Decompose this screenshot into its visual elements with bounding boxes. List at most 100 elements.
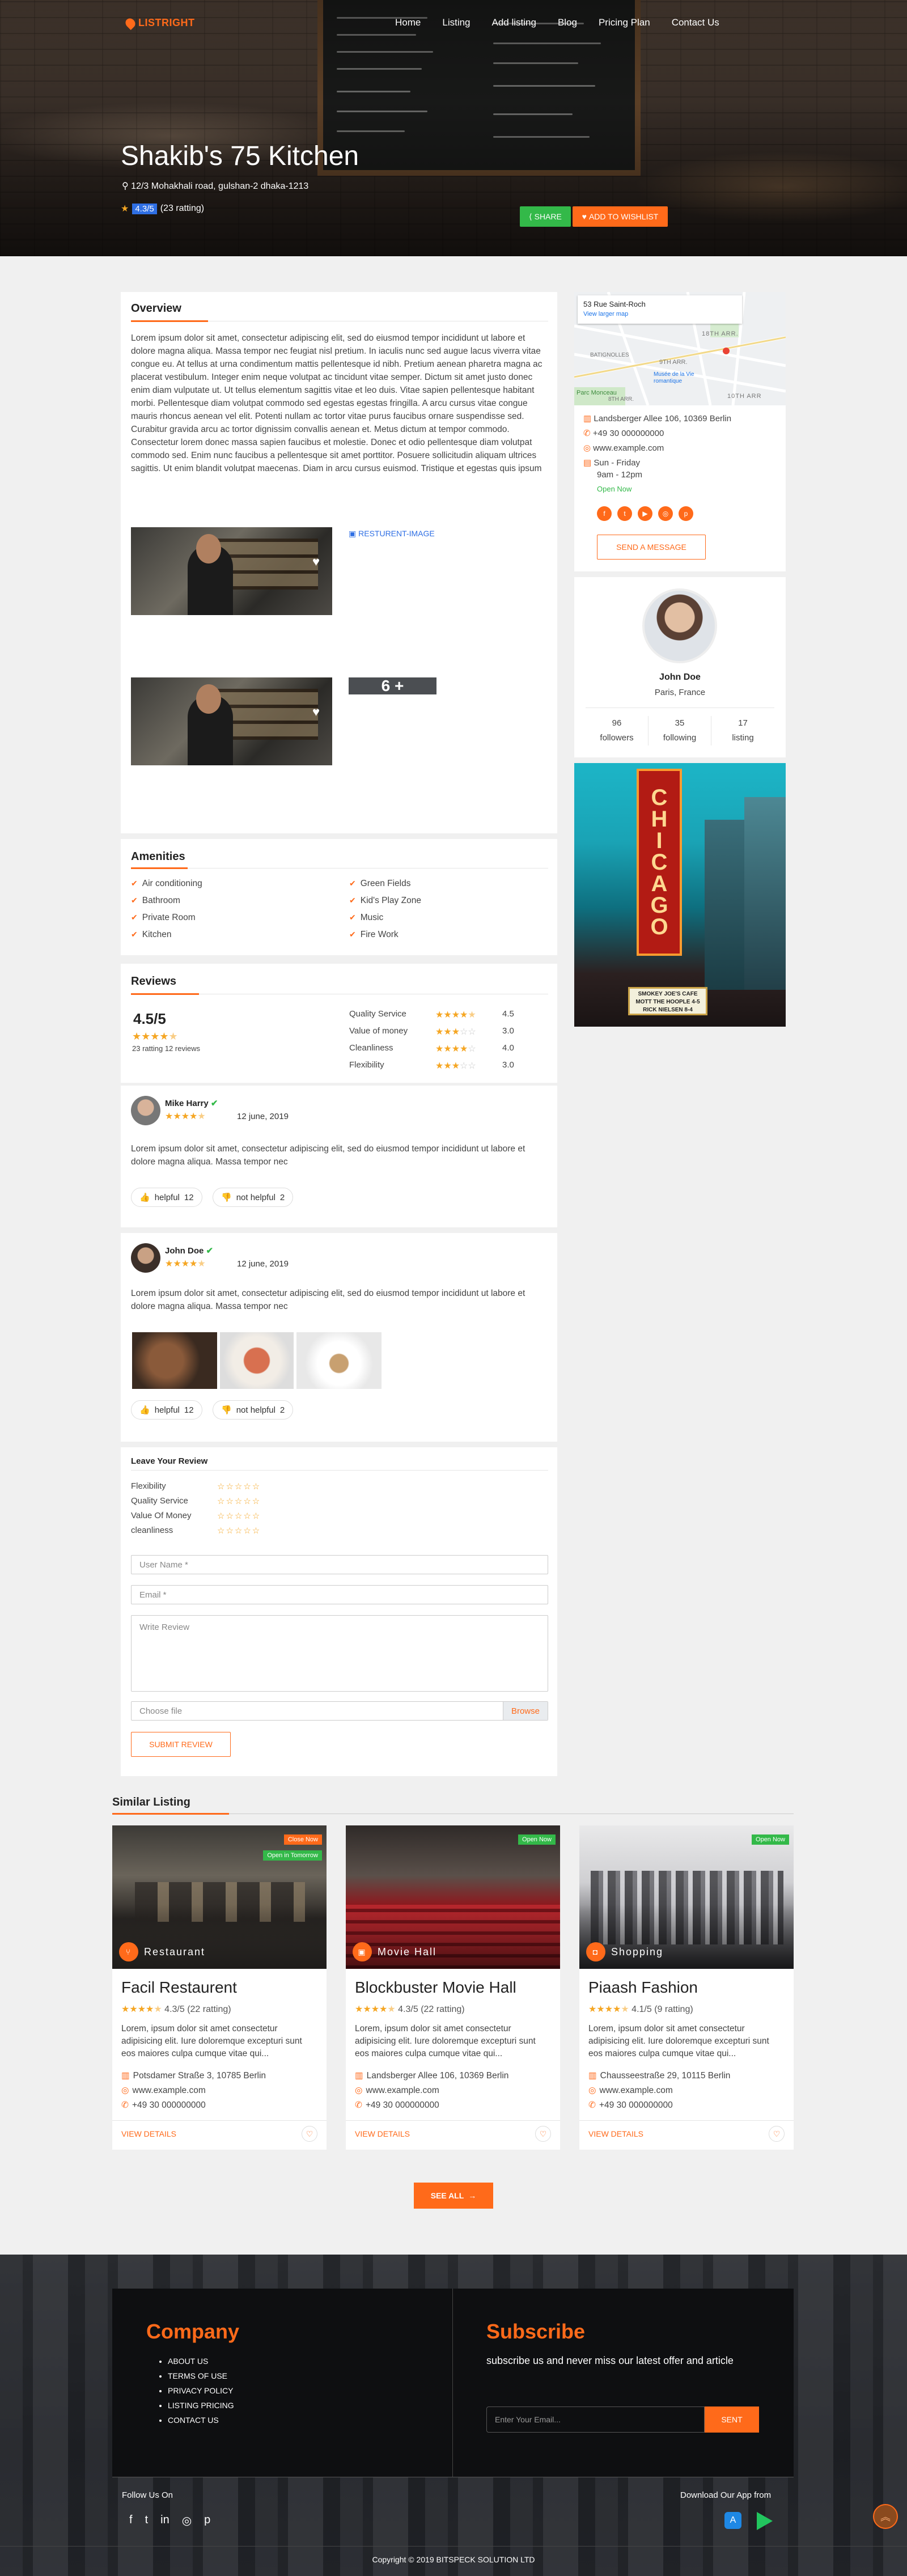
review-photo[interactable]	[296, 1332, 382, 1389]
footer-link[interactable]: ABOUT US	[168, 2354, 234, 2369]
footer-link[interactable]: TERMS OF USE	[168, 2369, 234, 2383]
stat-label: followers	[600, 733, 634, 743]
instagram-icon[interactable]: ◎	[658, 506, 673, 521]
listing-name[interactable]: Blockbuster Movie Hall	[355, 1978, 516, 1997]
not-helpful-button[interactable]: 👎 not helpful 2	[213, 1188, 294, 1207]
heart-icon[interactable]: ♥	[312, 705, 320, 719]
see-all-button[interactable]: SEE ALL →	[414, 2183, 493, 2209]
avatar	[642, 588, 717, 663]
share-button[interactable]: ⟨ SHARE	[520, 206, 571, 227]
advertisement-banner[interactable]: CHICAGO SMOKEY JOE'S CAFE MOTT THE HOOPLE…	[574, 763, 786, 1027]
site-logo[interactable]: LISTRIGHT	[123, 16, 195, 30]
star-rating-input[interactable]: ☆☆☆☆☆	[217, 1526, 261, 1536]
footer-link[interactable]: LISTING PRICING	[168, 2398, 234, 2413]
email-input[interactable]: Email *	[131, 1585, 548, 1604]
listing-phone[interactable]: ✆ +49 30 000000000	[121, 2100, 206, 2111]
restaurant-photo[interactable]: ♥	[131, 527, 332, 615]
star-rating-input[interactable]: ☆☆☆☆☆	[217, 1496, 261, 1506]
pinterest-icon[interactable]: p	[204, 2514, 210, 2528]
listing-card[interactable]: Open Now ◘ Shopping Piaash Fashion ★★★★★ …	[579, 1825, 794, 2150]
heart-icon[interactable]: ♡	[302, 2126, 317, 2142]
listing-name[interactable]: Facil Restaurent	[121, 1978, 237, 1997]
view-details-link[interactable]: VIEW DETAILS	[121, 2129, 176, 2138]
shopping-bag-icon: ◘	[586, 1942, 605, 1961]
footer-link[interactable]: PRIVACY POLICY	[168, 2383, 234, 2398]
listing-website[interactable]: ◎ www.example.com	[588, 2085, 673, 2096]
nav-add-listing[interactable]: Add listing	[492, 17, 536, 28]
heart-icon[interactable]: ♡	[535, 2126, 551, 2142]
subscribe-email-input[interactable]: Enter Your Email...	[486, 2406, 705, 2433]
contact-phone[interactable]: ✆ +49 30 000000000	[583, 428, 664, 438]
download-app-label: Download Our App from	[680, 2490, 772, 2500]
rating-criteria-label: Flexibility	[131, 1481, 166, 1491]
listing-website[interactable]: ◎ www.example.com	[355, 2085, 439, 2096]
sent-button[interactable]: SENT	[705, 2406, 759, 2433]
marquee-board: SMOKEY JOE'S CAFE MOTT THE HOOPLE 4-5 RICK…	[628, 987, 707, 1015]
listing-description: Lorem, ipsum dolor sit amet consectetur …	[121, 2024, 302, 2058]
review-photo[interactable]	[132, 1332, 217, 1389]
stat-value: 96	[612, 718, 622, 728]
view-details-link[interactable]: VIEW DETAILS	[588, 2129, 643, 2138]
submit-review-button[interactable]: SUBMIT REVIEW	[131, 1732, 231, 1757]
listing-phone[interactable]: ✆ +49 30 000000000	[588, 2100, 673, 2111]
heart-icon[interactable]: ♡	[769, 2126, 785, 2142]
rating-input-row: Flexibility ☆☆☆☆☆	[131, 1481, 301, 1492]
more-photos-button[interactable]: 6 +	[349, 677, 436, 694]
youtube-icon[interactable]: ▶	[638, 506, 652, 521]
listing-name[interactable]: Piaash Fashion	[588, 1978, 698, 1997]
hero-banner: LISTRIGHT Home Listing Add listing Blog …	[0, 0, 907, 256]
open-status: Open Now	[597, 485, 632, 493]
listing-phone[interactable]: ✆ +49 30 000000000	[355, 2100, 439, 2111]
view-larger-map-link[interactable]: View larger map	[583, 311, 736, 317]
map-label: 8TH ARR.	[608, 396, 634, 402]
facebook-icon[interactable]: f	[129, 2514, 133, 2528]
browse-button[interactable]: Browse	[502, 1702, 548, 1720]
instagram-icon[interactable]: ◎	[182, 2514, 192, 2528]
file-input[interactable]: Choose file Browse	[131, 1701, 548, 1721]
view-details-link[interactable]: VIEW DETAILS	[355, 2129, 410, 2138]
restaurant-photo[interactable]: ♥	[131, 677, 332, 765]
scroll-top-button[interactable]: ︽	[873, 2504, 898, 2529]
google-play-icon[interactable]	[757, 2512, 773, 2530]
verified-icon: ✔	[206, 1246, 214, 1256]
hero-address: ⚲ 12/3 Mohakhali road, gulshan-2 dhaka-1…	[122, 180, 308, 192]
username-input[interactable]: User Name *	[131, 1555, 548, 1574]
listing-card[interactable]: Close Now Open in Tomorrow ⑂ Restaurant F…	[112, 1825, 327, 2150]
check-icon: ✔	[131, 879, 138, 888]
twitter-icon[interactable]: t	[145, 2514, 149, 2528]
listing-card[interactable]: Open Now ▣ Movie Hall Blockbuster Movie H…	[346, 1825, 560, 2150]
add-to-wishlist-button[interactable]: ♥ ADD TO WISHLIST	[573, 206, 668, 227]
hero-rating: ★ 4.3/5 (23 ratting)	[121, 203, 204, 214]
nav-pricing-plan[interactable]: Pricing Plan	[599, 17, 650, 28]
contact-website[interactable]: ◎ www.example.com	[583, 443, 664, 453]
footer-link[interactable]: CONTACT US	[168, 2413, 234, 2427]
star-rating-input[interactable]: ☆☆☆☆☆	[217, 1511, 261, 1521]
nav-home[interactable]: Home	[395, 17, 421, 28]
review-textarea[interactable]: Write Review	[131, 1615, 548, 1692]
nav-listing[interactable]: Listing	[442, 17, 470, 28]
nav-blog[interactable]: Blog	[558, 17, 577, 28]
app-store-icon[interactable]: A	[724, 2512, 741, 2529]
profile-stat: 35 following	[649, 716, 711, 745]
helpful-button[interactable]: 👍 helpful 12	[131, 1400, 202, 1420]
twitter-icon[interactable]: t	[617, 506, 632, 521]
review-photo[interactable]	[220, 1332, 294, 1389]
pinterest-icon[interactable]: p	[679, 506, 693, 521]
facebook-icon[interactable]: f	[597, 506, 612, 521]
rating-input-row: Value Of Money ☆☆☆☆☆	[131, 1511, 301, 1521]
globe-icon: ◎	[121, 2086, 129, 2095]
nav-contact-us[interactable]: Contact Us	[672, 17, 719, 28]
heart-icon[interactable]: ♥	[312, 554, 320, 569]
helpful-button[interactable]: 👍 helpful 12	[131, 1188, 202, 1207]
check-icon: ✔	[349, 896, 356, 905]
listing-website[interactable]: ◎ www.example.com	[121, 2085, 206, 2096]
send-message-button[interactable]: SEND A MESSAGE	[597, 535, 706, 560]
linkedin-icon[interactable]: in	[160, 2514, 169, 2528]
rating-input-row: Quality Service ☆☆☆☆☆	[131, 1496, 301, 1506]
overview-title: Overview	[131, 302, 181, 315]
not-helpful-button[interactable]: 👎 not helpful 2	[213, 1400, 294, 1420]
map[interactable]: 53 Rue Saint-Roch View larger map 18TH AR…	[574, 292, 786, 405]
star-rating-input[interactable]: ☆☆☆☆☆	[217, 1481, 261, 1492]
review-text: Lorem ipsum dolor sit amet, consectetur …	[131, 1144, 525, 1167]
status-badge: Close Now	[283, 1834, 322, 1845]
